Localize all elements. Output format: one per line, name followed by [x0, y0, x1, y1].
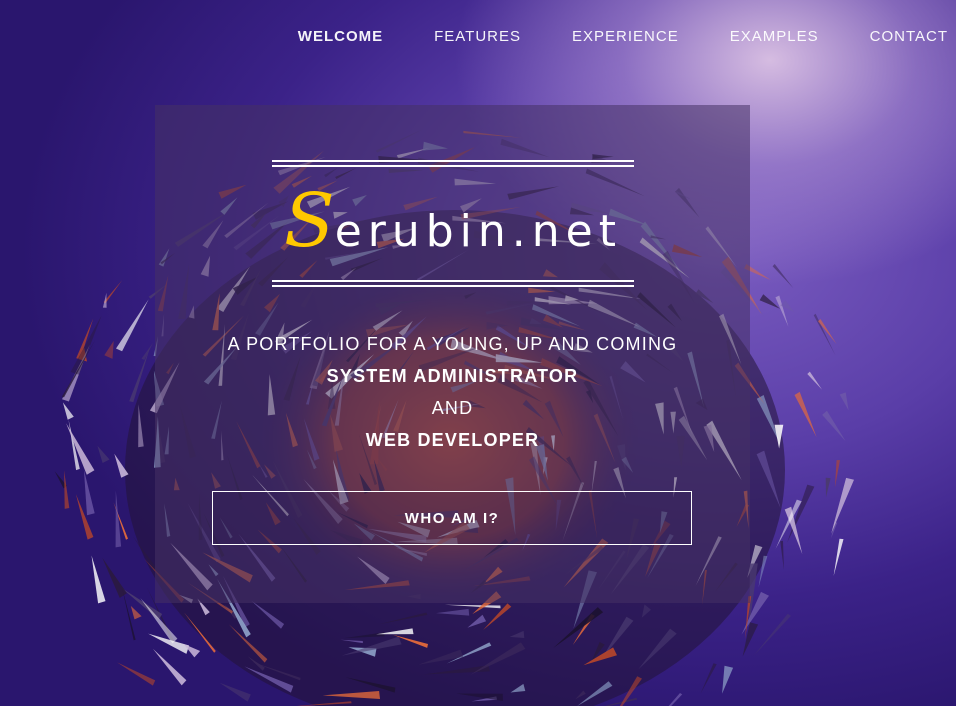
page: WELCOME FEATURES EXPERIENCE EXAMPLES CON… — [0, 0, 956, 706]
artwork-shard — [839, 392, 849, 411]
artwork-shard — [780, 540, 784, 570]
artwork-shard — [772, 264, 794, 289]
nav-contact[interactable]: CONTACT — [870, 28, 948, 45]
artwork-shard — [833, 538, 844, 576]
logo-initial: S — [284, 178, 335, 264]
artwork-shard — [822, 410, 846, 442]
tagline-role-2: WEB DEVELOPER — [365, 430, 540, 450]
logo-rule-top-1 — [272, 160, 634, 162]
tagline-role-1: SYSTEM ADMINISTRATOR — [326, 366, 579, 386]
logo-rule-bottom-1 — [272, 280, 634, 282]
who-am-i-button[interactable]: WHO AM I? — [212, 491, 692, 545]
logo-wordmark: Serubin.net — [272, 178, 634, 264]
artwork-shard — [91, 555, 106, 604]
artwork-shard — [759, 294, 781, 309]
artwork-shard — [722, 665, 734, 694]
artwork-shard — [834, 460, 840, 488]
artwork-shard — [70, 315, 102, 375]
nav-welcome[interactable]: WELCOME — [298, 28, 383, 45]
artwork-shard — [152, 648, 187, 686]
hero-tagline: A PORTFOLIO FOR A YOUNG, UP AND COMING S… — [155, 328, 750, 456]
artwork-shard — [117, 662, 156, 686]
artwork-shard — [813, 313, 836, 356]
artwork-shard — [62, 402, 74, 420]
artwork-shard — [141, 342, 154, 360]
artwork-shard — [130, 605, 142, 620]
artwork-shard — [102, 292, 107, 308]
artwork-shard — [775, 295, 789, 327]
artwork-shard — [825, 477, 831, 498]
artwork-shard — [104, 340, 114, 359]
tagline-conjunction: AND — [431, 398, 474, 418]
nav-features[interactable]: FEATURES — [434, 28, 521, 45]
artwork-shard — [140, 598, 178, 644]
artwork-shard — [64, 470, 70, 509]
artwork-shard — [700, 663, 717, 694]
artwork-shard — [753, 613, 791, 656]
tagline-intro: A PORTFOLIO FOR A YOUNG, UP AND COMING — [227, 334, 678, 354]
artwork-shard — [102, 557, 127, 598]
logo-text: erubin.net — [334, 206, 622, 257]
artwork-shard — [115, 490, 122, 548]
artwork-shard — [97, 445, 110, 463]
artwork-shard — [116, 299, 149, 352]
artwork-shard — [807, 371, 823, 390]
artwork-shard — [219, 682, 251, 702]
nav-examples[interactable]: EXAMPLES — [730, 28, 819, 45]
artwork-shard — [668, 693, 683, 706]
logo-rule-top-2 — [272, 165, 634, 167]
artwork-shard — [831, 477, 854, 534]
artwork-shard — [66, 423, 95, 475]
top-navigation: WELCOME FEATURES EXPERIENCE EXAMPLES CON… — [247, 0, 956, 72]
artwork-shard — [794, 391, 817, 438]
logo-rule-bottom-2 — [272, 285, 634, 287]
site-logo: Serubin.net — [272, 160, 634, 288]
nav-experience[interactable]: EXPERIENCE — [572, 28, 679, 45]
artwork-shard — [83, 469, 95, 516]
